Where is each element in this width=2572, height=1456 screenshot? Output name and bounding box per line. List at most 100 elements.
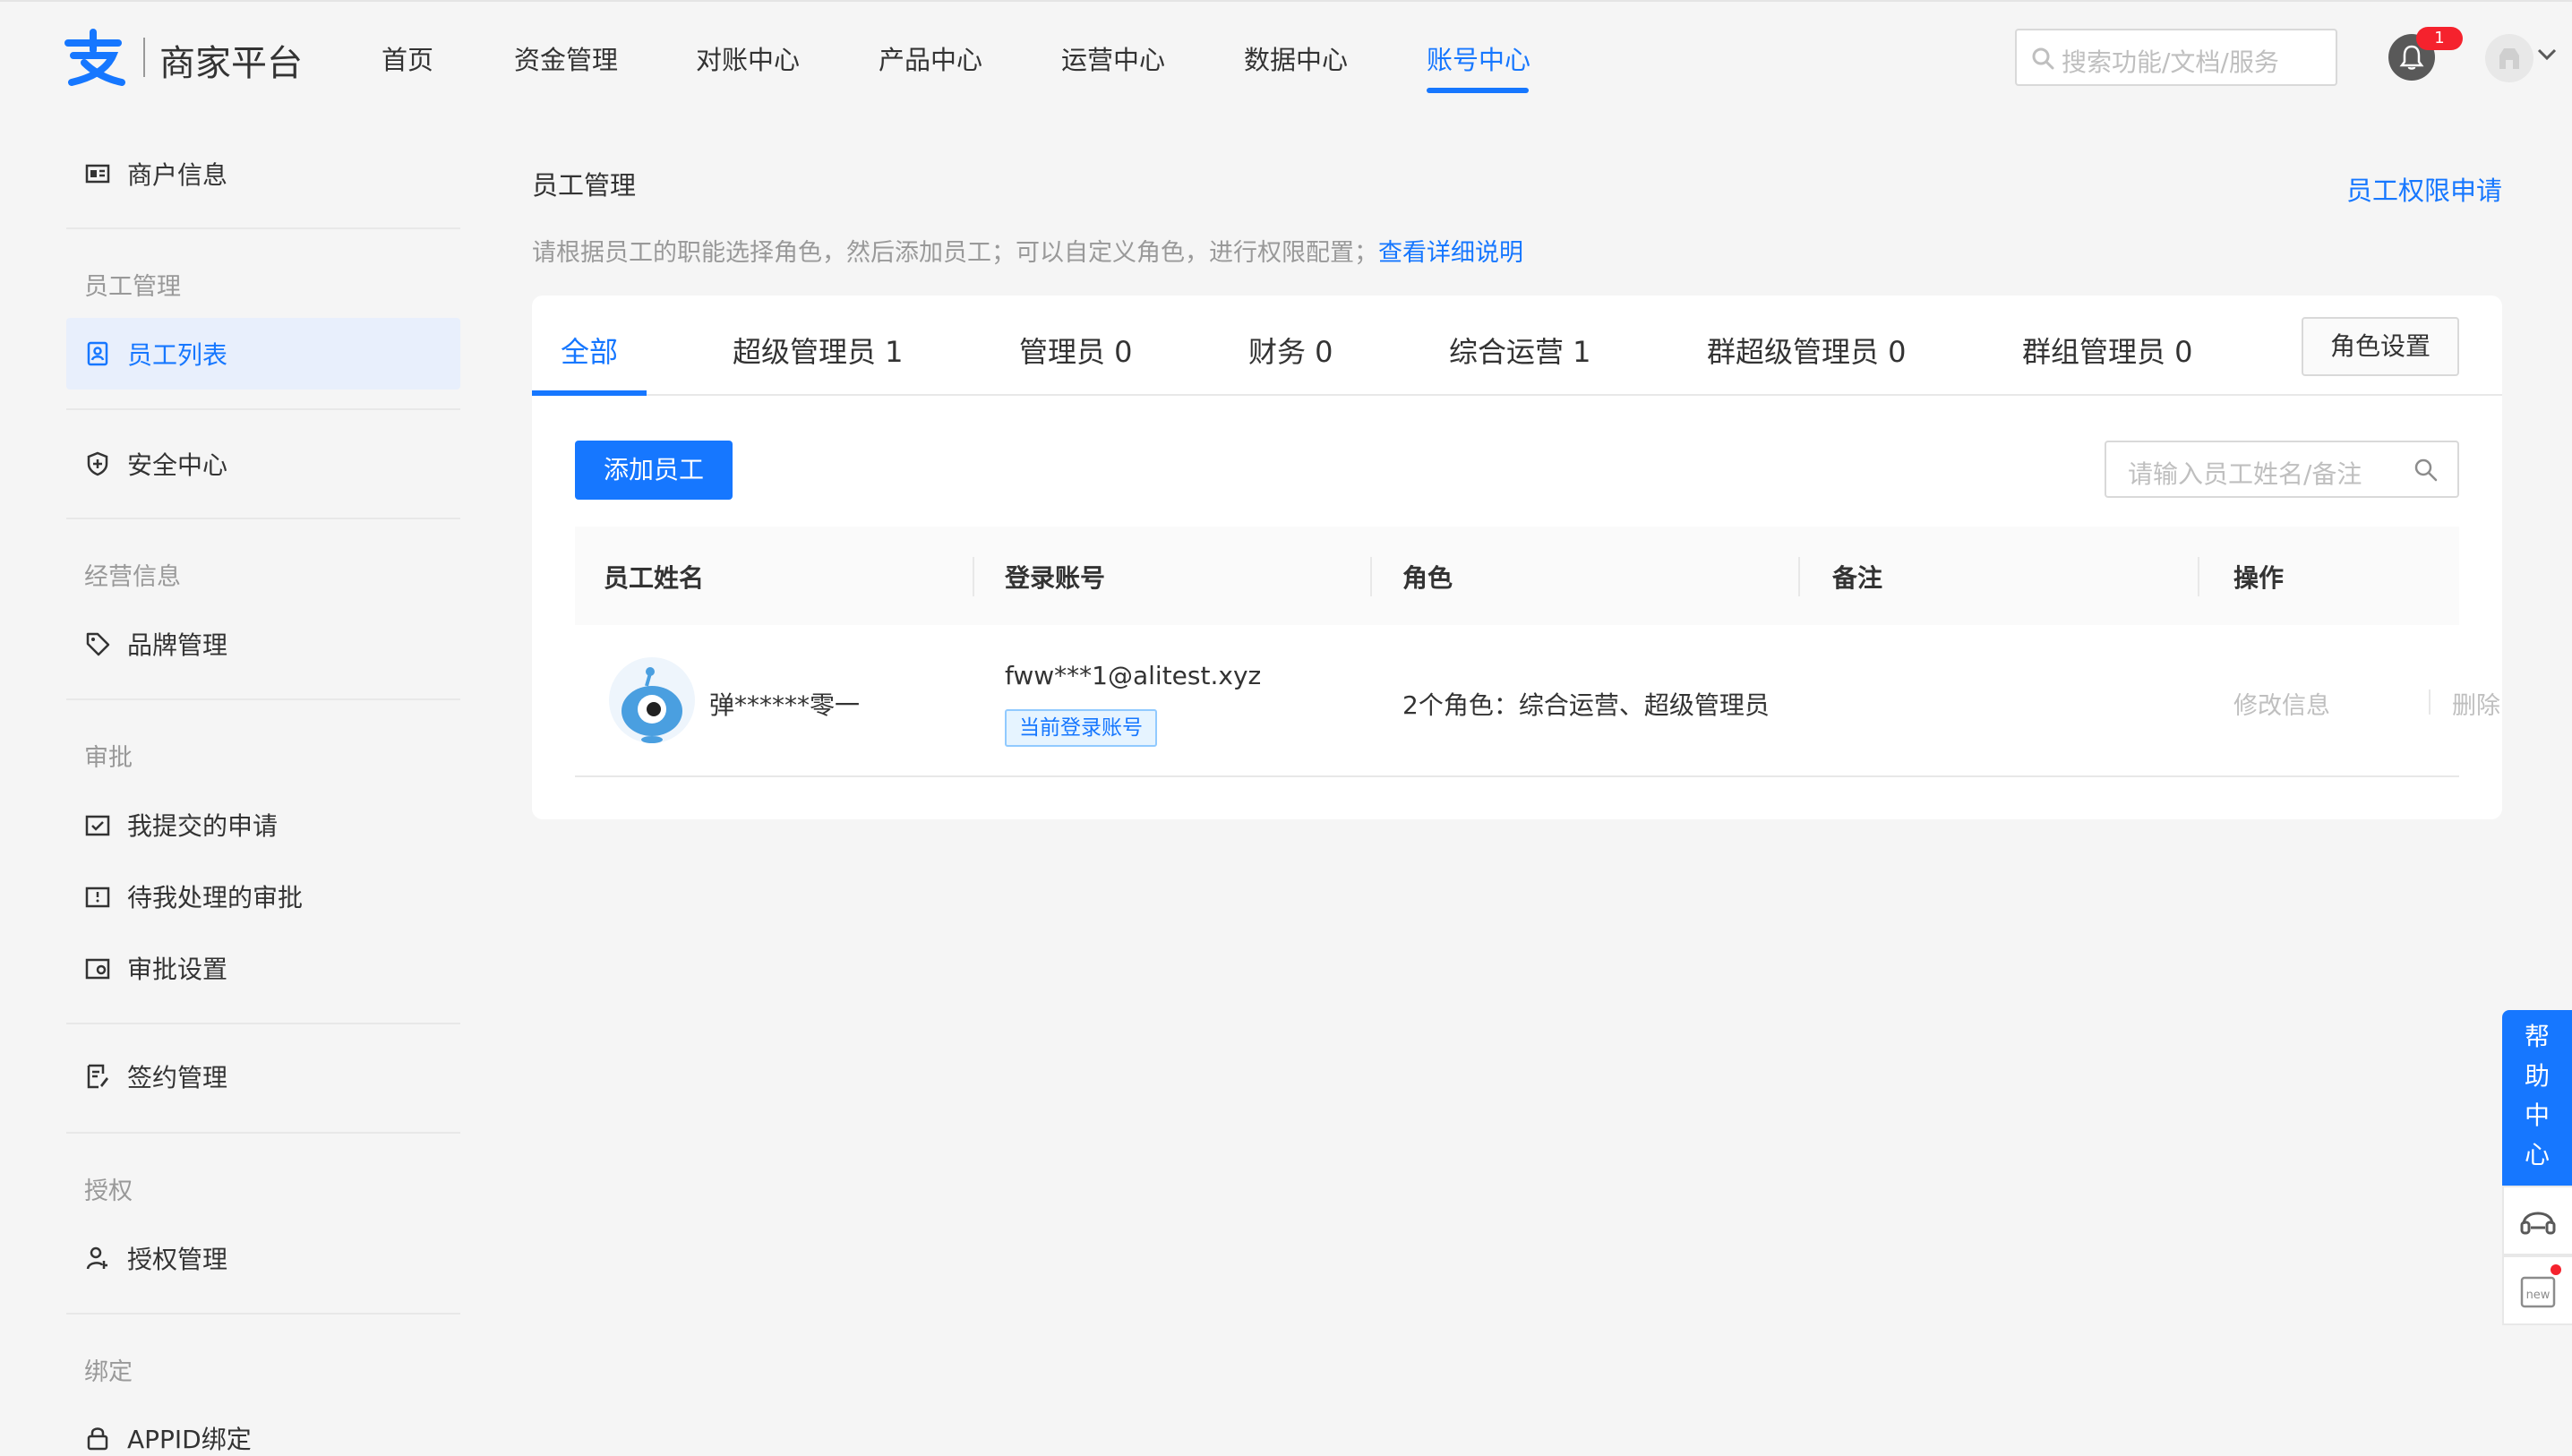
employee-search-input[interactable]: 请输入员工姓名/备注 — [2105, 441, 2459, 498]
headset-icon — [2520, 1212, 2556, 1235]
sidebar-divider — [66, 408, 460, 410]
brand-name: 商家平台 — [159, 43, 303, 84]
global-search-placeholder: 搜索功能/文档/服务 — [2062, 47, 2279, 77]
column-header-name: 员工姓名 — [604, 563, 705, 593]
column-header-account: 登录账号 — [1005, 563, 1106, 593]
tab-super-admin[interactable]: 超级管理员 1 — [733, 330, 904, 371]
search-icon[interactable] — [2413, 457, 2439, 484]
nav-home[interactable]: 首页 — [382, 39, 433, 77]
help-char: 中 — [2524, 1101, 2550, 1130]
sidebar-item-pending-approvals[interactable]: 待我处理的审批 — [66, 861, 460, 932]
document-edit-icon — [87, 1064, 108, 1089]
page-title: 员工管理 — [532, 170, 637, 201]
help-char: 助 — [2524, 1061, 2550, 1091]
column-divider — [2198, 557, 2199, 596]
employee-name: 弹******零一 — [709, 690, 861, 720]
view-details-link[interactable]: 查看详细说明 — [1378, 239, 1523, 267]
logo-divider — [143, 38, 145, 77]
user-key-icon — [86, 1246, 107, 1270]
permission-apply-link[interactable]: 员工权限申请 — [2346, 170, 2502, 208]
sidebar-item-my-applications[interactable]: 我提交的申请 — [66, 789, 460, 861]
new-indicator-dot — [2551, 1264, 2561, 1275]
column-header-actions: 操作 — [2233, 563, 2285, 593]
sidebar-item-auth-manage[interactable]: 授权管理 — [66, 1222, 460, 1294]
whats-new-button[interactable]: new — [2502, 1255, 2572, 1325]
sidebar-item-label: APPID绑定 — [127, 1425, 252, 1454]
help-center-button[interactable]: 帮 助 中 心 — [2502, 1010, 2572, 1186]
employee-card-icon — [87, 341, 108, 366]
id-card-icon — [85, 164, 110, 184]
notification-badge: 1 — [2416, 27, 2463, 50]
lock-icon — [87, 1427, 108, 1451]
sidebar-item-approval-settings[interactable]: 审批设置 — [66, 932, 460, 1004]
sidebar-divider — [66, 518, 460, 519]
nav-reconciliation[interactable]: 对账中心 — [696, 39, 800, 77]
current-login-badge: 当前登录账号 — [1005, 709, 1157, 747]
edit-info-link[interactable]: 修改信息 — [2233, 686, 2330, 721]
sidebar-divider — [66, 227, 460, 229]
tab-operations[interactable]: 综合运营 1 — [1449, 330, 1591, 371]
settings-folder-icon — [85, 958, 110, 980]
nav-products[interactable]: 产品中心 — [879, 39, 982, 77]
sidebar-divider — [66, 1023, 460, 1024]
new-feature-icon: new — [2520, 1276, 2556, 1308]
action-divider — [2429, 689, 2431, 715]
nav-funds[interactable]: 资金管理 — [514, 39, 618, 77]
shield-icon — [87, 451, 108, 476]
store-icon — [2499, 48, 2519, 69]
table-header: 员工姓名 登录账号 角色 备注 操作 — [575, 527, 2459, 625]
sidebar-item-employee-list[interactable]: 员工列表 — [66, 318, 460, 390]
delete-link[interactable]: 删除 — [2452, 686, 2500, 721]
nav-data[interactable]: 数据中心 — [1244, 39, 1348, 77]
sidebar-group-business: 经营信息 — [84, 563, 181, 591]
sidebar-group-bind: 绑定 — [84, 1358, 133, 1386]
sidebar-item-label: 待我处理的审批 — [127, 883, 304, 912]
column-divider — [973, 557, 974, 596]
sidebar-item-appid[interactable]: APPID绑定 — [66, 1402, 460, 1456]
employee-avatar — [609, 657, 695, 743]
chevron-down-icon[interactable] — [2537, 48, 2557, 61]
inbox-alert-icon — [85, 886, 110, 908]
new-label: new — [2526, 1289, 2551, 1302]
sidebar-item-label: 品牌管理 — [127, 630, 228, 660]
sidebar-item-brand[interactable]: 品牌管理 — [66, 608, 460, 680]
nav-operations[interactable]: 运营中心 — [1061, 39, 1165, 77]
sidebar-item-label: 我提交的申请 — [127, 811, 279, 841]
role-settings-button[interactable]: 角色设置 — [2302, 317, 2459, 376]
alipay-logo-icon[interactable] — [63, 29, 127, 86]
sidebar-group-employee: 员工管理 — [84, 273, 181, 301]
table-row: 弹******零一 fww***1@alitest.xyz 当前登录账号 2个角… — [575, 625, 2500, 777]
help-char: 帮 — [2524, 1022, 2550, 1051]
sidebar-item-security[interactable]: 安全中心 — [66, 428, 460, 500]
global-search-input[interactable]: 搜索功能/文档/服务 — [2015, 29, 2337, 86]
sidebar-divider — [66, 1132, 460, 1134]
column-divider — [1798, 557, 1800, 596]
sidebar-group-approval: 审批 — [84, 744, 133, 772]
tab-finance[interactable]: 财务 0 — [1248, 330, 1333, 371]
sidebar-divider — [66, 698, 460, 700]
tag-icon — [86, 632, 110, 656]
add-employee-button[interactable]: 添加员工 — [575, 441, 733, 500]
top-bar: 商家平台 首页 资金管理 对账中心 产品中心 运营中心 数据中心 账号中心 搜索… — [0, 0, 2572, 115]
employee-card: 全部 超级管理员 1 管理员 0 财务 0 综合运营 1 群超级管理员 0 群组… — [532, 295, 2502, 819]
customer-service-button[interactable] — [2502, 1186, 2572, 1255]
sidebar-item-merchant-info[interactable]: 商户信息 — [66, 138, 460, 210]
tab-all[interactable]: 全部 — [561, 330, 618, 371]
tab-admin[interactable]: 管理员 0 — [1019, 330, 1133, 371]
employee-roles: 2个角色：综合运营、超级管理员 — [1402, 690, 1770, 720]
user-avatar[interactable] — [2485, 34, 2533, 82]
tab-group-admin[interactable]: 群组管理员 0 — [2022, 330, 2193, 371]
sidebar-item-label: 签约管理 — [127, 1063, 228, 1092]
help-char: 心 — [2524, 1140, 2550, 1169]
nav-active-indicator — [1427, 88, 1529, 93]
sidebar-item-label: 员工列表 — [127, 340, 228, 370]
sidebar-item-contract[interactable]: 签约管理 — [66, 1041, 460, 1112]
tab-active-indicator — [532, 390, 647, 396]
tab-group-super-admin[interactable]: 群超级管理员 0 — [1707, 330, 1907, 371]
calendar-check-icon — [85, 815, 110, 836]
description-text: 请根据员工的职能选择角色，然后添加员工；可以自定义角色，进行权限配置； — [532, 239, 1378, 267]
nav-account[interactable]: 账号中心 — [1427, 39, 1530, 77]
column-divider — [1370, 557, 1372, 596]
sidebar-item-label: 授权管理 — [127, 1245, 228, 1274]
column-header-role: 角色 — [1402, 563, 1453, 593]
